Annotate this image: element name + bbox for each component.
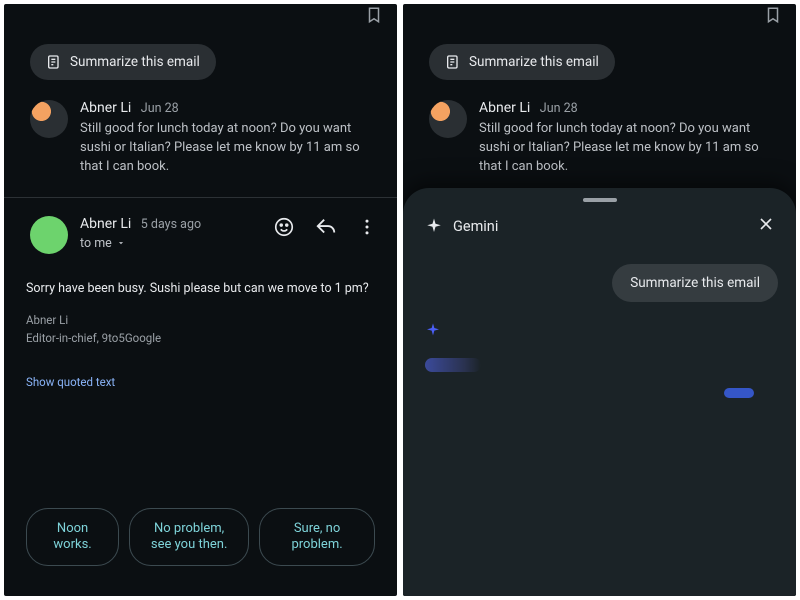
summarize-icon [46, 54, 62, 70]
thread-date: Jun 28 [540, 101, 578, 116]
email-view-right: Summarize this email Abner Li Jun 28 Sti… [403, 4, 796, 596]
gemini-title: Gemini [453, 218, 498, 235]
message-age: 5 days ago [141, 217, 201, 232]
thread-preview: Still good for lunch today at noon? Do y… [80, 120, 379, 177]
message-text: Sorry have been busy. Sushi please but c… [26, 280, 375, 299]
show-quoted-link[interactable]: Show quoted text [26, 375, 375, 389]
avatar [30, 216, 68, 254]
sender-name: Abner Li [80, 216, 131, 232]
thread-preview: Still good for lunch today at noon? Do y… [479, 120, 778, 177]
email-view-left: Summarize this email Abner Li Jun 28 Sti… [4, 4, 397, 596]
react-emoji-button[interactable] [273, 216, 295, 238]
smart-reply-chip[interactable]: Sure, no problem. [259, 508, 375, 567]
reply-button[interactable] [315, 216, 337, 238]
summarize-chip-label: Summarize this email [469, 54, 599, 70]
smart-reply-chip[interactable]: Noon works. [26, 508, 119, 567]
bookmark-icon[interactable] [764, 6, 782, 28]
sender-name: Abner Li [479, 100, 530, 116]
summarize-chip[interactable]: Summarize this email [429, 44, 615, 80]
message-body: Sorry have been busy. Sushi please but c… [4, 258, 397, 357]
message-header: Abner Li 5 days ago to me [4, 198, 397, 258]
summarize-chip-label: Summarize this email [70, 54, 200, 70]
avatar [30, 100, 68, 138]
thread-item[interactable]: Abner Li Jun 28 Still good for lunch tod… [403, 80, 796, 197]
recipient-dropdown[interactable]: to me [80, 236, 126, 251]
gemini-sheet: Gemini Summarize this email [403, 188, 796, 596]
gemini-loading-icon [425, 322, 796, 342]
smart-replies: Noon works. No problem, see you then. Su… [4, 508, 397, 567]
loading-shimmer [425, 358, 481, 372]
thread-item[interactable]: Abner Li Jun 28 Still good for lunch tod… [4, 80, 397, 197]
loading-shimmer [724, 388, 754, 398]
summarize-icon [445, 54, 461, 70]
gemini-spark-icon [425, 217, 443, 235]
more-menu-button[interactable] [357, 217, 377, 237]
thread-date: Jun 28 [141, 101, 179, 116]
smart-reply-chip[interactable]: No problem, see you then. [129, 508, 249, 567]
sender-name: Abner Li [80, 100, 131, 116]
sheet-drag-handle[interactable] [583, 198, 617, 202]
avatar [429, 100, 467, 138]
bookmark-icon[interactable] [365, 6, 383, 28]
signature: Abner Li Editor-in-chief, 9to5Google [26, 312, 375, 347]
chevron-down-icon [116, 238, 126, 248]
close-button[interactable] [756, 214, 776, 238]
user-prompt-chip: Summarize this email [612, 264, 778, 302]
summarize-chip[interactable]: Summarize this email [30, 44, 216, 80]
